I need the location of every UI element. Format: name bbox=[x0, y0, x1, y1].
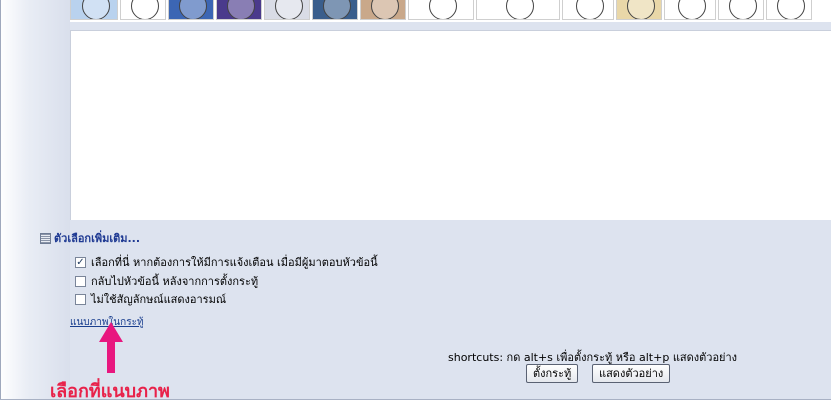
smiley-thumbnail[interactable] bbox=[408, 0, 474, 20]
post-topic-button[interactable]: ตั้งกระทู้ bbox=[526, 364, 579, 383]
smiley-thumbnail[interactable] bbox=[264, 0, 310, 20]
smiley-thumbnail[interactable] bbox=[476, 0, 560, 20]
option-no-smilies-row[interactable]: ไม่ใช้สัญลักษณ์แสดงอารมณ์ bbox=[75, 290, 226, 308]
smiley-face-icon bbox=[227, 0, 255, 19]
smiley-thumbnail[interactable] bbox=[168, 0, 214, 20]
smiley-thumbnail[interactable] bbox=[562, 0, 614, 20]
smiley-thumbnail[interactable] bbox=[718, 0, 764, 20]
smiley-thumbnail[interactable] bbox=[360, 0, 406, 20]
smiley-thumbnail[interactable] bbox=[120, 0, 166, 20]
smiley-thumbnail[interactable] bbox=[616, 0, 662, 20]
message-editor[interactable] bbox=[70, 30, 831, 220]
return-to-topic-label: กลับไปหัวข้อนี้ หลังจากการตั้งกระทู้ bbox=[91, 275, 259, 288]
disable-smilies-checkbox[interactable] bbox=[75, 293, 86, 305]
smiley-face-icon bbox=[729, 0, 757, 19]
smiley-face-icon bbox=[275, 0, 303, 19]
smiley-face-icon bbox=[371, 0, 399, 19]
more-options-heading[interactable]: ตัวเลือกเพิ่มเติม... bbox=[40, 229, 140, 247]
smiley-face-icon bbox=[323, 0, 351, 19]
option-return-row[interactable]: กลับไปหัวข้อนี้ หลังจากการตั้งกระทู้ bbox=[75, 272, 258, 290]
collapse-toggle-icon[interactable] bbox=[40, 232, 51, 244]
smiley-face-icon bbox=[131, 0, 159, 19]
smiley-face-icon bbox=[678, 0, 706, 19]
smiley-face-icon bbox=[179, 0, 207, 19]
return-to-topic-checkbox[interactable] bbox=[75, 275, 86, 287]
left-border bbox=[0, 0, 1, 400]
smiley-face-icon bbox=[506, 0, 534, 19]
smiley-thumbnail[interactable] bbox=[216, 0, 262, 20]
smiley-thumbnail[interactable] bbox=[70, 0, 118, 20]
bottom-band bbox=[0, 400, 831, 408]
disable-smilies-label: ไม่ใช้สัญลักษณ์แสดงอารมณ์ bbox=[91, 293, 227, 306]
left-panel-shade bbox=[0, 0, 70, 400]
smiley-face-icon bbox=[576, 0, 604, 19]
option-notify-row[interactable]: ✓ เลือกที่นี่ หากต้องการให้มีการแจ้งเตือ… bbox=[75, 253, 378, 271]
notify-label: เลือกที่นี่ หากต้องการให้มีการแจ้งเตือน … bbox=[91, 256, 378, 269]
annotation-arrow-icon bbox=[99, 322, 123, 373]
preview-button[interactable]: แสดงตัวอย่าง bbox=[592, 364, 671, 383]
smiley-face-icon bbox=[627, 0, 655, 19]
smiley-thumbnail[interactable] bbox=[766, 0, 812, 20]
smiley-thumbnail[interactable] bbox=[312, 0, 358, 20]
smiley-strip bbox=[70, 0, 831, 22]
smiley-thumbnail[interactable] bbox=[664, 0, 716, 20]
smiley-face-icon bbox=[82, 0, 110, 19]
smiley-face-icon bbox=[777, 0, 805, 19]
smiley-face-icon bbox=[429, 0, 457, 19]
more-options-label: ตัวเลือกเพิ่มเติม... bbox=[54, 232, 141, 245]
notify-checkbox[interactable]: ✓ bbox=[75, 256, 86, 268]
